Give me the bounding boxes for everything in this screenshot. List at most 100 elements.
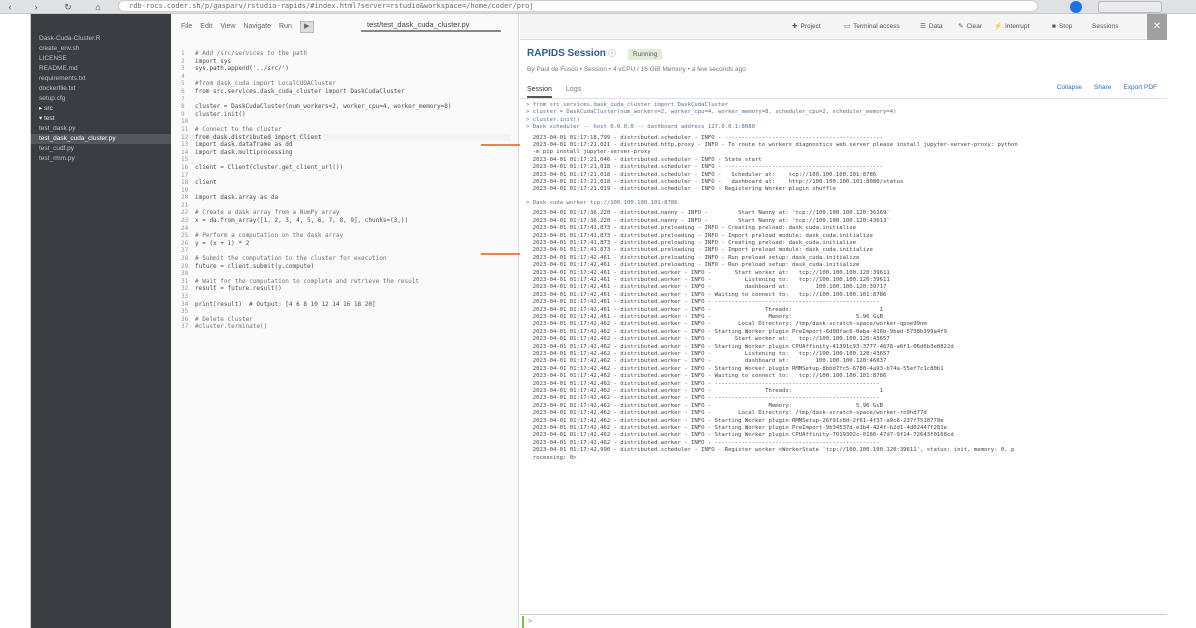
code-text: # Delete cluster <box>195 315 253 323</box>
code-text: y = (x + 1) * 2 <box>195 239 250 247</box>
toolbar-sessions[interactable]: Sessions <box>1092 22 1118 32</box>
file-sidebar: Dask-Cuda-Cluster.R create_env.sh LICENSE R… <box>31 14 171 628</box>
run-button[interactable]: ▶ <box>299 21 314 33</box>
sidebar-file[interactable]: test_dask.py <box>31 124 171 134</box>
code-line: 4 <box>181 73 511 81</box>
code-line: 36 # Delete cluster <box>181 316 511 324</box>
code-text: import sys <box>195 57 232 65</box>
profile-button[interactable] <box>1098 1 1162 13</box>
toolbar-icon: ▭ <box>844 23 851 30</box>
home-icon[interactable]: ⌂ <box>92 1 104 13</box>
line-number: 4 <box>181 72 185 80</box>
line-number: 6 <box>181 87 185 95</box>
line-number: 31 <box>181 277 189 285</box>
code-editor: File Edit View Navigate Run ▶ test/test_dask_… <box>171 14 543 628</box>
toolbar-stop[interactable]: ■ Stop <box>1052 22 1072 32</box>
sidebar-file[interactable]: test_rmm.py <box>31 154 171 164</box>
code-line: 8 cluster = DaskCudaCluster(num_workers=2… <box>181 103 511 111</box>
code-text: # Connect to the cluster <box>195 125 282 133</box>
tab-logs[interactable]: Logs <box>566 84 581 98</box>
code-line: 26 y = (x + 1) * 2 <box>181 240 511 248</box>
back-icon[interactable]: ‹ <box>4 1 16 13</box>
console-log-line: rocessing: 0> <box>526 454 577 461</box>
toolbar-clear[interactable]: ✎ Clear <box>958 22 982 32</box>
code-text: result = future.result() <box>195 285 282 293</box>
sidebar-file[interactable]: Dask-Cuda-Cluster.R <box>31 34 171 44</box>
code-line: 27 <box>181 247 511 255</box>
code-area[interactable]: 1 # Add /src/services to the path 2 import … <box>181 50 511 331</box>
console-log-line: 2023-04-01 01:17:42,461 - distributed.wo… <box>526 306 883 313</box>
sidebar-file[interactable]: test_dask_cuda_cluster.py <box>31 134 171 144</box>
console-log-line: 2023-04-01 01:17:42,461 - distributed.wo… <box>526 299 880 306</box>
tab-session[interactable]: Session <box>527 84 552 98</box>
share-button[interactable]: Share <box>1094 84 1111 91</box>
toolbar-interrupt[interactable]: ⚡ Interrupt <box>994 22 1029 32</box>
toolbar-project[interactable]: ✚ Project <box>792 22 821 32</box>
toolbar-terminal-access[interactable]: ▭ Terminal access <box>844 22 900 32</box>
console-log-line: 2023-04-01 01:17:42,462 - distributed.wo… <box>526 343 954 350</box>
console-log-line: 2023-04-01 01:17:21,019 - distributed.sc… <box>526 186 836 193</box>
menu-run[interactable]: Run <box>279 20 292 34</box>
console-input[interactable]: > <box>520 614 1167 628</box>
session-tabs: Session Logs <box>527 84 581 98</box>
line-number: 18 <box>181 179 189 187</box>
console-log-line: 2023-04-01 01:17:42,461 - distributed.wo… <box>526 291 887 298</box>
line-number: 5 <box>181 80 185 88</box>
info-icon[interactable]: ⓘ <box>608 48 616 59</box>
line-number: 3 <box>181 65 185 73</box>
toolbar-label: Sessions <box>1092 23 1119 30</box>
code-text: x = da.from_array([1, 2, 3, 4, 5, 6, 7, … <box>195 217 409 225</box>
console-log-line: 2023-04-01 01:17:42,461 - distributed.wo… <box>526 313 883 320</box>
reload-icon[interactable]: ↻ <box>62 1 74 13</box>
code-text: sys.path.append('../src/') <box>195 65 289 73</box>
toolbar-data[interactable]: ☰ Data <box>920 22 943 32</box>
console-log-line: 2023-04-01 01:17:42,462 - distributed.wo… <box>526 417 944 424</box>
line-number: 16 <box>181 163 189 171</box>
console-log-line: 2023-04-01 01:17:41,873 - distributed.pr… <box>526 225 857 232</box>
sidebar-file[interactable]: README.md <box>31 64 171 74</box>
code-text: # Create a dask array from a NumPy array <box>195 209 340 217</box>
line-number: 19 <box>181 186 189 194</box>
code-line: 34 print(result) # Output: [4 6 8 10 12 1… <box>181 301 511 309</box>
sidebar-file[interactable]: create_env.sh <box>31 44 171 54</box>
menu-navigate[interactable]: Navigate <box>243 20 271 34</box>
sidebar-folder[interactable]: ▸ src <box>31 104 171 114</box>
sidebar-file[interactable]: LICENSE <box>31 54 171 64</box>
menu-edit[interactable]: Edit <box>200 20 212 34</box>
code-line: 33 <box>181 293 511 301</box>
console-log-line: 2023-04-01 01:17:42,462 - distributed.wo… <box>526 388 883 395</box>
line-number: 30 <box>181 270 189 278</box>
menu-view[interactable]: View <box>220 20 235 34</box>
sidebar-folder[interactable]: ▾ test <box>31 114 171 124</box>
sidebar-file[interactable]: setup.cfg <box>31 94 171 104</box>
console-log-line: 2023-04-01 01:17:42,462 - distributed.wo… <box>526 380 880 387</box>
sidebar-file[interactable]: dockerfile.txt <box>31 84 171 94</box>
console-log-line: 2023-04-01 01:17:42,461 - distributed.pr… <box>526 254 860 261</box>
close-pane-button[interactable]: ✕ <box>1147 14 1167 40</box>
menu-file[interactable]: File <box>181 20 192 34</box>
code-line: 29 future = client.submit(y.compute) <box>181 263 511 271</box>
extension-icon[interactable] <box>1070 1 1082 13</box>
code-text: cluster.init() <box>195 110 246 118</box>
line-number: 8 <box>181 103 185 111</box>
console-log-line: 2023-04-01 01:17:42,462 - distributed.wo… <box>526 328 947 335</box>
console-log-line: 2023-04-01 01:17:42,462 - distributed.wo… <box>526 321 927 328</box>
collapse-button[interactable]: Collapse <box>1057 84 1082 91</box>
sidebar-file[interactable]: test_cudf.py <box>31 144 171 154</box>
toolbar-icon: ⚡ <box>994 23 1003 30</box>
code-line: 10 <box>181 118 511 126</box>
editor-tab[interactable]: test/test_dask_cuda_cluster.py <box>361 18 501 32</box>
sidebar-file[interactable]: requirements.txt <box>31 74 171 84</box>
code-line: 24 <box>181 225 511 233</box>
line-number: 1 <box>181 50 185 57</box>
console-log-line: 2023-04-01 01:17:21,018 - distributed.sc… <box>526 171 877 178</box>
console-log-line: 2023-04-01 01:17:42,461 - distributed.wo… <box>526 284 887 291</box>
console-log-line: 2023-04-01 01:17:42,461 - distributed.wo… <box>526 269 890 276</box>
line-number: 35 <box>181 308 189 316</box>
console-prompt: > <box>528 617 533 625</box>
export-pdf-button[interactable]: Export PDF <box>1123 84 1157 91</box>
console-output: > from src.services.dask_cuda_cluster im… <box>526 102 1162 462</box>
forward-icon[interactable]: › <box>30 1 42 13</box>
url-bar[interactable]: rdb-rocs.coder.sh/p/gasparv/rstudio-rapi… <box>118 0 1038 12</box>
line-number: 29 <box>181 262 189 270</box>
